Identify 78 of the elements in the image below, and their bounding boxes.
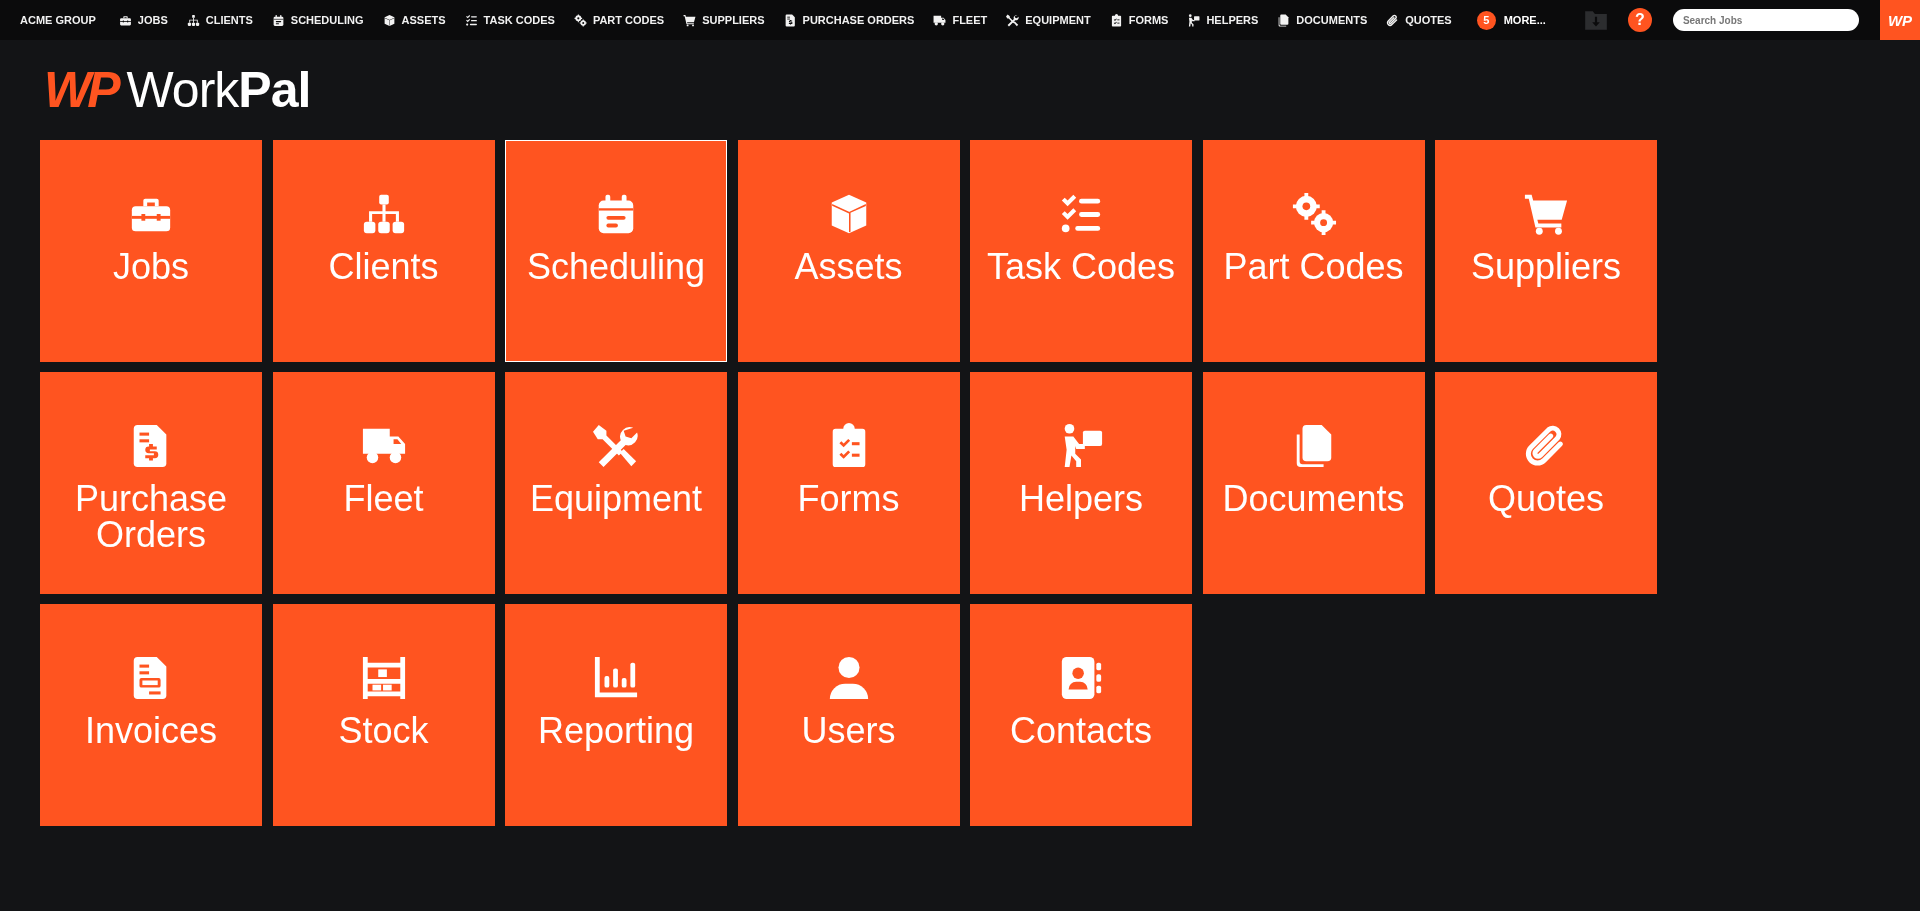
logo-mark: WP — [44, 61, 117, 119]
module-tile[interactable]: Documents — [1202, 372, 1425, 594]
tile-label: Fleet — [342, 481, 425, 517]
tile-label: Suppliers — [1469, 249, 1623, 285]
nav-link[interactable]: DOCUMENTS — [1277, 13, 1368, 27]
calendar-icon — [271, 13, 285, 27]
truck-icon — [933, 13, 947, 27]
count-badge: 5 — [1476, 10, 1496, 30]
tools-icon — [1006, 13, 1020, 27]
module-tile[interactable]: Contacts — [970, 604, 1192, 826]
module-tile[interactable]: Stock — [272, 604, 495, 826]
tile-label: Forms — [796, 481, 901, 517]
search-field[interactable]: Search Jobs — [1672, 9, 1859, 31]
tile-label: Helpers — [1017, 481, 1145, 517]
tile-label: Stock — [337, 713, 430, 749]
nav-link[interactable]: PURCHASE ORDERS — [783, 13, 915, 27]
nav-link[interactable]: HELPERS — [1187, 13, 1259, 27]
module-tile[interactable]: Assets — [737, 140, 960, 362]
company-name[interactable]: ACME GROUP — [20, 14, 96, 26]
tile-label: Task Codes — [985, 249, 1177, 285]
checklist-icon — [464, 13, 478, 27]
module-tile[interactable]: Task Codes — [970, 140, 1192, 362]
module-tile[interactable]: Quotes — [1435, 372, 1657, 594]
module-tile[interactable]: Helpers — [970, 372, 1192, 594]
module-tile[interactable]: Clients — [272, 140, 495, 362]
gears-icon — [573, 13, 587, 27]
logo-name: WorkPal — [126, 61, 311, 119]
module-tile[interactable]: Forms — [737, 372, 960, 594]
nav-link[interactable]: FLEET — [933, 13, 988, 27]
tile-label: Clients — [327, 249, 440, 285]
tile-label: Jobs — [111, 249, 190, 285]
shelf-icon — [360, 655, 407, 701]
tile-label: Equipment — [528, 481, 704, 517]
cart-icon — [683, 13, 697, 27]
module-tile[interactable]: Users — [737, 604, 960, 826]
tile-label: Reporting — [536, 713, 696, 749]
documents-icon — [1277, 13, 1291, 27]
tools-icon — [593, 423, 639, 469]
nav-link[interactable]: JOBS — [118, 13, 168, 27]
toolbox-icon — [118, 13, 132, 27]
tile-label: Scheduling — [525, 249, 707, 285]
module-tile[interactable]: Fleet — [272, 372, 495, 594]
nav-link[interactable]: CLIENTS — [186, 13, 253, 27]
cube-icon — [382, 13, 396, 27]
sitemap-icon — [186, 13, 200, 27]
person-box-icon — [1187, 13, 1201, 27]
nav-link[interactable]: PART CODES — [573, 13, 665, 27]
help-button[interactable]: ? — [1627, 8, 1652, 32]
app-logo-badge[interactable]: WP — [1880, 0, 1920, 40]
clipboard-icon — [1109, 13, 1123, 27]
tile-label: Users — [800, 713, 897, 749]
gears-icon — [1290, 191, 1337, 237]
module-tile[interactable]: Reporting — [505, 604, 727, 826]
paperclip-icon — [1386, 13, 1400, 27]
receipt-icon — [783, 13, 797, 27]
module-tile[interactable]: Equipment — [505, 372, 727, 594]
nav-link[interactable]: EQUIPMENT — [1006, 13, 1091, 27]
nav-link[interactable]: ASSETS — [382, 13, 446, 27]
nav-link[interactable]: SUPPLIERS — [683, 13, 765, 27]
nav-link[interactable]: SCHEDULING — [271, 13, 364, 27]
module-tile[interactable]: Purchase Orders — [40, 372, 262, 594]
tile-label: Contacts — [1008, 713, 1154, 749]
module-tile[interactable]: Jobs — [40, 140, 262, 362]
tile-label: Part Codes — [1222, 249, 1405, 285]
tile-label: Invoices — [83, 713, 219, 749]
module-tile[interactable]: Invoices — [40, 604, 262, 826]
nav-link[interactable]: TASK CODES — [464, 13, 555, 27]
tile-label: Documents — [1221, 481, 1406, 517]
module-tile[interactable]: Scheduling — [505, 140, 727, 362]
nav-link[interactable]: FORMS — [1109, 13, 1169, 27]
tile-label: Assets — [793, 249, 904, 285]
more-menu[interactable]: 5 MORE... — [1476, 10, 1546, 30]
tile-label: Purchase Orders — [73, 481, 229, 553]
nav-link[interactable]: QUOTES — [1386, 13, 1452, 27]
module-tile[interactable]: Suppliers — [1435, 140, 1657, 362]
tile-label: Quotes — [1486, 481, 1606, 517]
module-tile[interactable]: Part Codes — [1202, 140, 1425, 362]
more-label: MORE... — [1503, 14, 1546, 26]
